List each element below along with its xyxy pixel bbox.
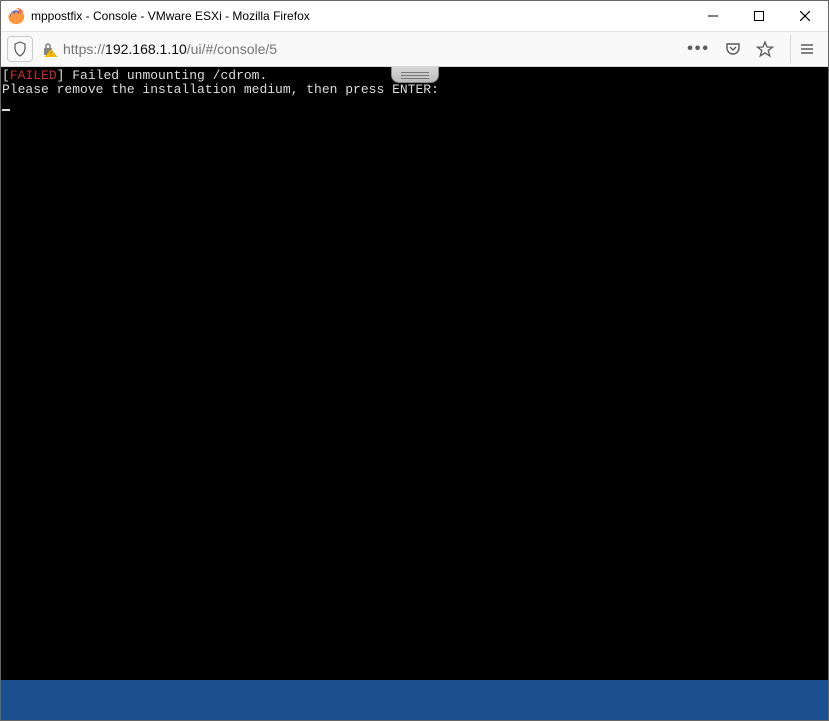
console-line2: Please remove the installation medium, t… (2, 82, 439, 97)
url-host: 192.168.1.10 (105, 41, 187, 57)
window-controls (690, 1, 828, 31)
url-path: /ui/#/console/5 (187, 41, 277, 57)
footer-bar (1, 680, 828, 720)
firefox-icon (7, 7, 25, 25)
grip-line (401, 75, 429, 76)
tracking-protection-icon[interactable] (7, 36, 33, 62)
console-line1: Failed unmounting /cdrom. (64, 68, 267, 83)
console-bracket: [ (2, 68, 10, 83)
grip-line (401, 78, 429, 79)
url-scheme: https:// (63, 41, 105, 57)
bookmark-star-icon[interactable] (756, 40, 774, 58)
console-cursor (2, 109, 10, 111)
vm-console[interactable]: [FAILED] Failed unmounting /cdrom. Pleas… (1, 67, 828, 680)
url-input[interactable]: https://192.168.1.10/ui/#/console/5 (41, 35, 679, 63)
console-drag-handle[interactable] (391, 67, 439, 83)
window-title: mppostfix - Console - VMware ESXi - Mozi… (31, 9, 690, 23)
lock-warning-icon (41, 41, 57, 57)
window-titlebar: mppostfix - Console - VMware ESXi - Mozi… (1, 1, 828, 31)
maximize-button[interactable] (736, 1, 782, 31)
content-area: [FAILED] Failed unmounting /cdrom. Pleas… (1, 67, 828, 720)
minimize-button[interactable] (690, 1, 736, 31)
url-text: https://192.168.1.10/ui/#/console/5 (63, 41, 277, 57)
pocket-icon[interactable] (724, 40, 742, 58)
console-failed-status: FAILED (10, 68, 57, 83)
toolbar-right: ••• (687, 40, 778, 58)
close-button[interactable] (782, 1, 828, 31)
app-menu-button[interactable] (790, 35, 822, 63)
address-bar: https://192.168.1.10/ui/#/console/5 ••• (1, 31, 828, 67)
grip-line (401, 72, 429, 73)
hamburger-icon (799, 41, 815, 57)
page-actions-icon[interactable]: ••• (687, 40, 710, 58)
